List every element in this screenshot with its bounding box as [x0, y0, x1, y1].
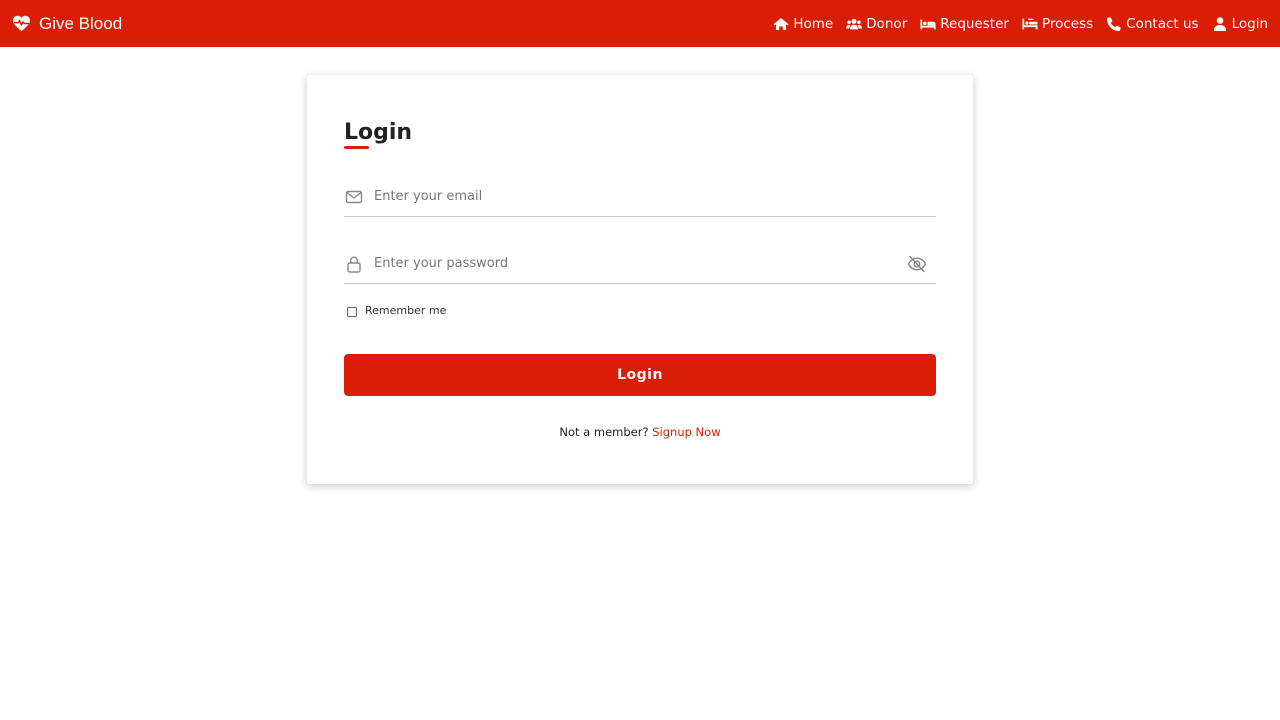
nav-item-label: Process [1041, 15, 1094, 32]
email-input[interactable] [374, 177, 936, 216]
login-card: Login Remember me Login Not a member? Si… [307, 75, 973, 484]
nav-item-label: Donor [866, 15, 908, 32]
user-icon [1213, 16, 1226, 31]
lock-icon [347, 255, 361, 273]
signup-link[interactable]: Signup Now [652, 425, 720, 439]
envelope-icon [345, 190, 363, 203]
signup-text: Not a member? [559, 425, 649, 439]
nav-menu: Home Donor Requester Process Contact us … [760, 16, 1268, 32]
users-icon [846, 18, 863, 29]
nav-item-label: Requester [940, 15, 1009, 32]
form-title: Login [344, 120, 413, 145]
password-field-wrapper [344, 244, 936, 284]
title-underline [344, 146, 369, 149]
eye-slash-icon[interactable] [907, 254, 927, 274]
brand-link[interactable]: Give Blood [12, 14, 122, 34]
nav-item-contact[interactable]: Contact us [1106, 15, 1199, 32]
heart-pulse-icon [13, 15, 30, 32]
bed-icon [920, 19, 936, 29]
remember-label: Remember me [365, 304, 447, 317]
home-icon [773, 17, 789, 30]
login-button[interactable]: Login [344, 354, 936, 396]
nav-item-login[interactable]: Login [1212, 16, 1268, 32]
remember-checkbox[interactable] [347, 307, 357, 317]
nav-item-label: Contact us [1126, 15, 1199, 32]
email-field-wrapper [344, 177, 936, 217]
nav-item-donor[interactable]: Donor [846, 16, 907, 32]
nav-item-home[interactable]: Home [773, 16, 833, 32]
signup-prompt: Not a member? Signup Now [307, 425, 973, 439]
remember-me[interactable]: Remember me [347, 304, 446, 317]
procedures-icon [1022, 18, 1038, 29]
nav-item-requester[interactable]: Requester [920, 16, 1009, 32]
brand-name: Give Blood [39, 13, 123, 33]
nav-item-label: Login [1231, 15, 1268, 32]
phone-icon [1107, 16, 1121, 31]
password-input[interactable] [374, 244, 907, 283]
nav-item-process[interactable]: Process [1022, 16, 1093, 32]
nav-item-label: Home [793, 15, 834, 32]
navbar: Give Blood Home Donor Requester Process … [0, 0, 1280, 47]
